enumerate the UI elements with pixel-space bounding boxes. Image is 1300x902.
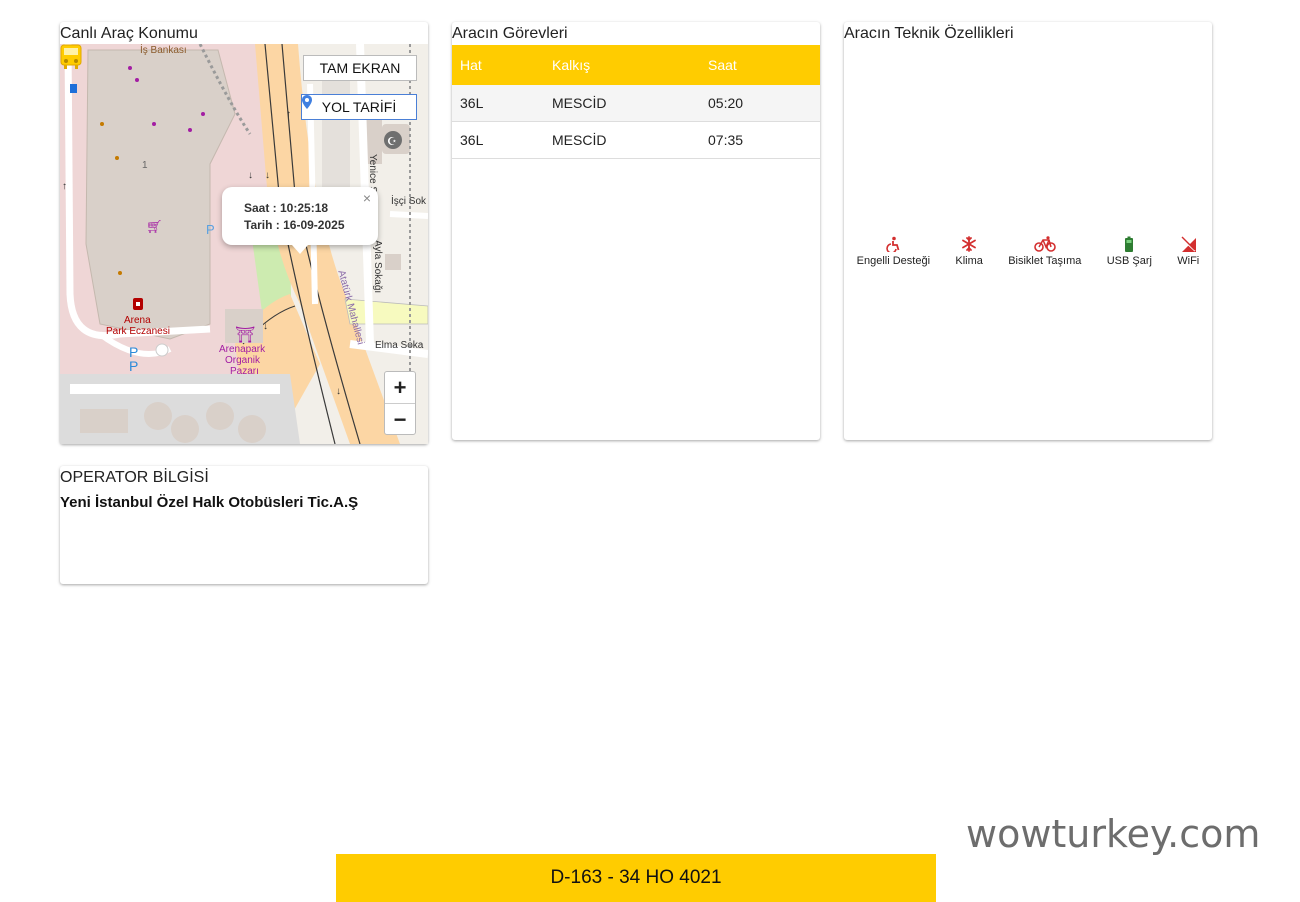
map-label-street-isci: İşçi Sok [391,196,427,207]
map-label-pharmacy-1: Arena [124,315,151,326]
svg-text:⛩︎: ⛩︎ [235,325,255,344]
operator-card: OPERATOR BİLGİSİ Yeni İstanbul Özel Halk… [60,466,428,584]
tasks-table-header: Hat Kalkış Saat [452,45,820,85]
svg-text:↓: ↓ [248,170,253,181]
directions-button[interactable]: YOL TARİFİ [301,94,417,120]
location-pin-icon [302,95,312,109]
tasks-card: Aracın Görevleri Hat Kalkış Saat 36L MES… [452,22,820,440]
map-label-number: 1 [142,160,148,171]
cell-line: 36L [452,85,544,122]
feature-label: Bisiklet Taşıma [1008,255,1082,267]
column-header-line[interactable]: Hat [452,45,544,85]
feature-item-accessibility: Engelli Desteği [857,236,930,267]
map-label-street-elma: Elma Soka [375,340,424,351]
cell-departure: MESCİD [544,121,700,159]
zoom-in-button[interactable]: + [385,372,415,404]
wheelchair-icon [886,236,900,252]
svg-text:↓: ↓ [265,170,270,181]
feature-item-ac: Klima [955,236,983,267]
vehicle-popup: × Saat : 10:25:18 Tarih : 16-09-2025 [222,187,378,254]
popup-tip [292,245,308,254]
column-header-time[interactable]: Saat [700,45,820,85]
map-label-street-ayla: Ayla Sokağı [372,240,383,294]
map-label-pharmacy-2: Park Eczanesi [106,326,170,337]
tasks-table: Hat Kalkış Saat 36L MESCİD 05:20 36L MES… [452,45,820,159]
feature-item-bicycle: Bisiklet Taşıma [1008,236,1081,267]
battery-icon [1125,236,1134,252]
bicycle-icon [1033,236,1056,252]
tasks-card-title: Aracın Görevleri [452,25,568,42]
features-card: Aracın Teknik Özellikleri Engelli Desteğ… [844,22,1212,440]
popup-time: Saat : 10:25:18 [244,201,329,215]
directions-button-label: YOL TARİFİ [321,99,397,115]
table-row[interactable]: 36L MESCİD 05:20 [452,85,820,122]
live-map[interactable]: 🛒︎ ⛩︎ ☪ ↓ ↓ ↑ ↓ ↓ ↑ İş Bankası 1 Arena P… [60,44,428,444]
feature-label: Klima [955,255,983,267]
svg-text:↑: ↑ [62,181,67,192]
map-label-parking-1: P [206,222,215,237]
map-label-parking-3: P [129,358,139,374]
cell-line: 36L [452,121,544,159]
map-label-market-1: Arenapark [219,344,266,355]
svg-text:☪: ☪ [387,135,397,148]
cell-time: 07:35 [700,121,820,159]
wifi-icon [1180,236,1197,252]
bus-marker-icon[interactable] [60,44,82,70]
svg-text:↓: ↓ [263,321,268,332]
svg-text:🛒︎: 🛒︎ [146,219,163,235]
features-card-title: Aracın Teknik Özellikleri [844,25,1014,42]
popup-date: Tarih : 16-09-2025 [244,218,345,232]
zoom-out-button[interactable]: − [385,404,415,435]
feature-label: WiFi [1177,255,1200,267]
zoom-control: + − [384,371,416,435]
cell-time: 05:20 [700,85,820,122]
svg-text:↓: ↓ [336,386,341,397]
feature-item-usb: USB Şarj [1107,236,1152,267]
feature-label: Engelli Desteği [856,255,931,267]
map-card: Canlı Araç Konumu 🛒︎ ⛩︎ ☪ ↓ ↓ ↑ ↓ ↓ ↑ İş… [60,22,428,444]
map-card-title: Canlı Araç Konumu [60,25,198,42]
operator-card-title: OPERATOR BİLGİSİ [60,469,209,486]
operator-name: Yeni İstanbul Özel Halk Otobüsleri Tic.A… [60,494,359,511]
cell-departure: MESCİD [544,85,700,122]
features-list: Engelli Desteği Klima Bisiklet Taşıma US… [844,236,1212,267]
table-row[interactable]: 36L MESCİD 07:35 [452,121,820,159]
svg-text:↑: ↑ [286,109,291,120]
snowflake-icon [962,236,977,252]
map-label-market-2: Organik [225,355,261,366]
map-label-market-3: Pazarı [230,366,259,377]
watermark-text: wowturkey.com [966,812,1261,856]
fullscreen-button[interactable]: TAM EKRAN [303,55,417,81]
popup-close-icon[interactable]: × [363,190,371,206]
feature-item-wifi: WiFi [1177,236,1199,267]
column-header-departure[interactable]: Kalkış [544,45,700,85]
vehicle-plate-bar: D-163 - 34 HO 4021 [336,854,936,902]
feature-label: USB Şarj [1106,255,1152,267]
map-label-bank: İş Bankası [140,45,187,56]
